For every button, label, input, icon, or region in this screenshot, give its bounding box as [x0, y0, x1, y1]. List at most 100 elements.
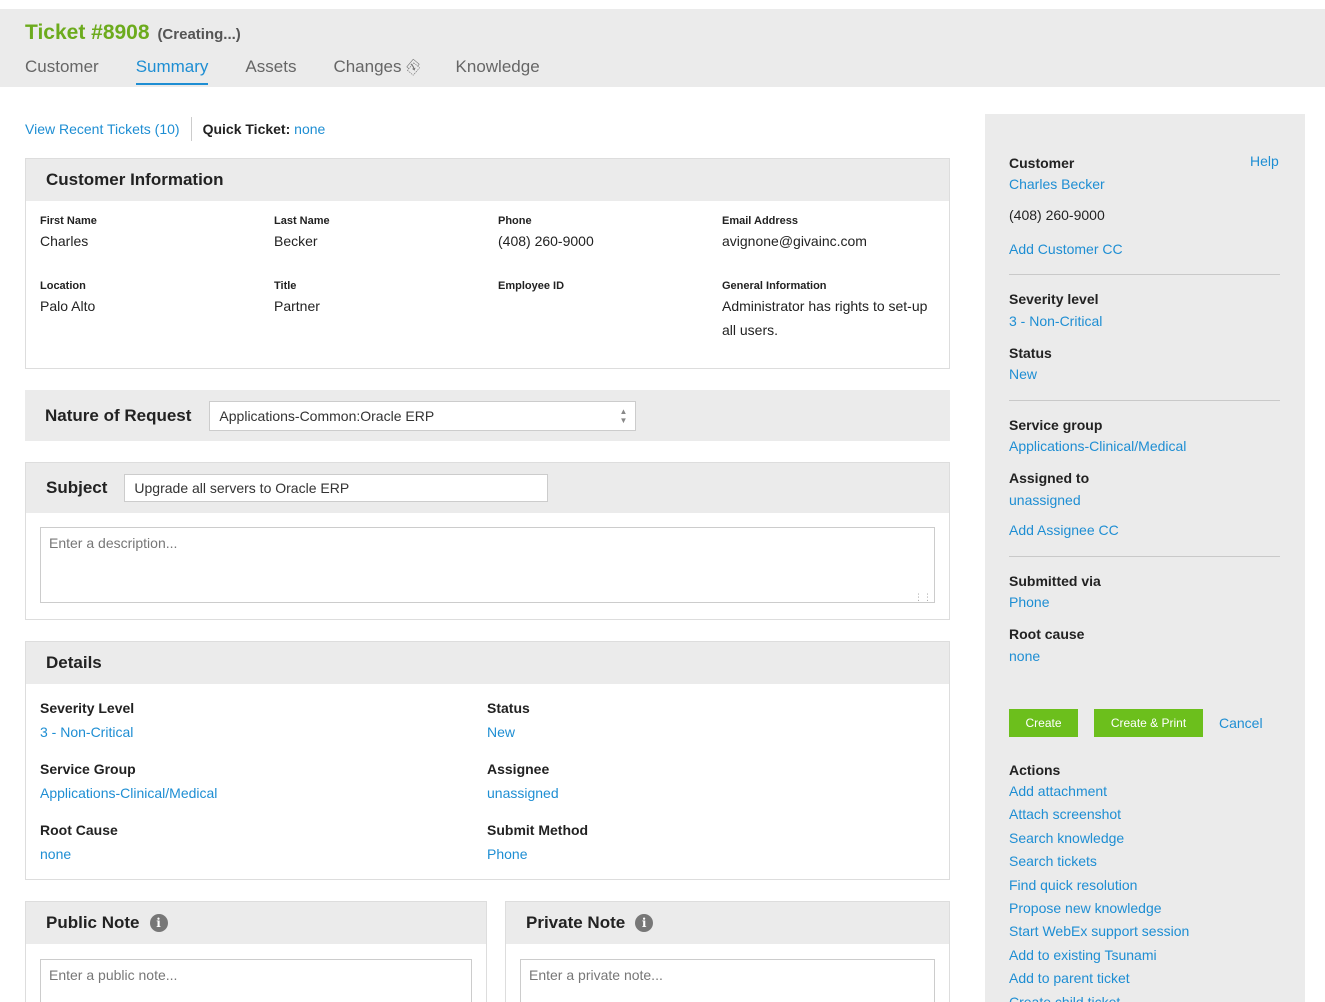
location-label: Location [40, 280, 86, 292]
details-title: Details [46, 653, 102, 672]
sidebar-root-cause-link[interactable]: none [1009, 648, 1040, 664]
sidebar-divider [1009, 556, 1280, 557]
tab-knowledge[interactable]: Knowledge [456, 57, 540, 85]
nature-of-request-label: Nature of Request [45, 405, 192, 425]
customer-information-header: Customer Information [26, 159, 949, 201]
subject-panel: Subject Upgrade all servers to Oracle ER… [25, 462, 950, 620]
add-to-existing-tsunami-link[interactable]: Add to existing Tsunami [1009, 944, 1189, 967]
customer-information-panel: Customer Information First Name Charles … [25, 158, 950, 369]
find-quick-resolution-link[interactable]: Find quick resolution [1009, 874, 1189, 897]
info-icon[interactable]: i [149, 914, 168, 932]
ticket-title: Ticket #8908 (Creating...) [25, 21, 241, 45]
assignee-field: Assignee unassigned [487, 761, 559, 801]
tab-changes[interactable]: Changes⎘ [333, 57, 422, 85]
subject-header: Subject Upgrade all servers to Oracle ER… [26, 463, 949, 513]
select-arrows-icon: ▲ ▼ [619, 406, 628, 425]
paperclip-icon: ⎘ [402, 57, 423, 78]
sidebar-submitted-label: Submitted via [1009, 573, 1101, 589]
tab-customer[interactable]: Customer [25, 57, 99, 85]
ticket-sidebar: Customer Help Charles Becker (408) 260-9… [985, 114, 1305, 1002]
public-note-textarea[interactable]: Enter a public note... [40, 959, 472, 1002]
email-label: Email Address [722, 215, 799, 227]
actions-label: Actions [1009, 762, 1061, 778]
view-recent-tickets-link[interactable]: View Recent Tickets (10) [25, 121, 180, 137]
sidebar-customer-name-link[interactable]: Charles Becker [1009, 176, 1105, 192]
resize-grip-icon[interactable]: ⋮⋮ [914, 593, 932, 602]
private-note-textarea[interactable]: Enter a private note... [520, 959, 935, 1002]
sidebar-severity-link[interactable]: 3 - Non-Critical [1009, 313, 1102, 329]
add-assignee-cc-link[interactable]: Add Assignee CC [1009, 522, 1119, 538]
tab-assets[interactable]: Assets [245, 57, 296, 85]
general-information-value: Administrator has rights to set-up all u… [722, 298, 928, 338]
ticket-state: (Creating...) [157, 26, 241, 43]
details-panel: Details Severity Level 3 - Non-Critical … [25, 641, 950, 880]
severity-level-label: Severity Level [40, 700, 135, 716]
submit-method-link[interactable]: Phone [487, 846, 527, 862]
tab-bar: Customer Summary Assets Changes⎘ Knowled… [25, 57, 577, 85]
search-tickets-link[interactable]: Search tickets [1009, 850, 1189, 873]
description-textarea[interactable]: Enter a description... ⋮⋮ [40, 527, 935, 603]
sidebar-customer-phone: (408) 260-9000 [1009, 207, 1105, 223]
actions-list: Add attachment Attach screenshot Search … [1009, 780, 1189, 1002]
service-group-field: Service Group Applications-Clinical/Medi… [40, 761, 217, 801]
ticket-number: Ticket #8908 [25, 21, 150, 44]
quick-ticket-link[interactable]: none [294, 121, 325, 137]
status-label: Status [487, 700, 530, 716]
nature-of-request-select[interactable]: Applications-Common:Oracle ERP ▲ ▼ [209, 400, 637, 431]
add-attachment-link[interactable]: Add attachment [1009, 780, 1189, 803]
public-note-panel: Public Note i Enter a public note... [25, 901, 487, 1002]
sidebar-divider [1009, 274, 1280, 275]
help-link[interactable]: Help [1250, 153, 1279, 169]
subject-value: Upgrade all servers to Oracle ERP [134, 480, 350, 496]
general-information-label: General Information [722, 280, 827, 292]
employee-id-field: Employee ID [498, 280, 564, 294]
last-name-label: Last Name [274, 215, 330, 227]
details-header: Details [26, 642, 949, 684]
create-button[interactable]: Create [1009, 709, 1078, 737]
sidebar-divider [1009, 400, 1280, 401]
tab-summary[interactable]: Summary [135, 57, 209, 85]
add-customer-cc-link[interactable]: Add Customer CC [1009, 241, 1123, 257]
info-icon[interactable]: i [635, 914, 654, 932]
submit-method-field: Submit Method Phone [487, 822, 588, 862]
severity-level-link[interactable]: 3 - Non-Critical [40, 724, 133, 740]
customer-information-title: Customer Information [46, 170, 224, 189]
employee-id-label: Employee ID [498, 280, 565, 292]
email-field: Email Address avignone@givainc.com [722, 215, 867, 253]
add-to-parent-ticket-link[interactable]: Add to parent ticket [1009, 967, 1189, 990]
severity-level-field: Severity Level 3 - Non-Critical [40, 700, 134, 740]
description-placeholder: Enter a description... [49, 535, 178, 551]
status-link[interactable]: New [487, 724, 515, 740]
last-name-field: Last Name Becker [274, 215, 330, 253]
sidebar-status-label: Status [1009, 345, 1052, 361]
sidebar-service-group-link[interactable]: Applications-Clinical/Medical [1009, 438, 1186, 454]
subject-input[interactable]: Upgrade all servers to Oracle ERP [124, 474, 549, 502]
email-value: avignone@givainc.com [722, 233, 867, 249]
public-note-header: Public Note i [26, 902, 486, 944]
assignee-link[interactable]: unassigned [487, 785, 559, 801]
phone-value: (408) 260-9000 [498, 233, 594, 249]
sidebar-assigned-link[interactable]: unassigned [1009, 492, 1081, 508]
root-cause-field: Root Cause none [40, 822, 118, 862]
title-value: Partner [274, 298, 320, 314]
subject-label: Subject [46, 478, 108, 497]
search-knowledge-link[interactable]: Search knowledge [1009, 827, 1189, 850]
service-group-link[interactable]: Applications-Clinical/Medical [40, 785, 217, 801]
nature-of-request-value: Applications-Common:Oracle ERP [219, 407, 435, 424]
public-note-placeholder: Enter a public note... [49, 967, 178, 983]
create-child-ticket-link[interactable]: Create child ticket [1009, 991, 1189, 1002]
title-label: Title [274, 280, 297, 292]
cancel-link[interactable]: Cancel [1219, 715, 1263, 731]
sidebar-severity-label: Severity level [1009, 291, 1099, 307]
create-print-button[interactable]: Create & Print [1094, 709, 1203, 737]
ticket-header: Ticket #8908 (Creating...) Customer Summ… [0, 9, 1325, 87]
attach-screenshot-link[interactable]: Attach screenshot [1009, 803, 1189, 826]
first-name-field: First Name Charles [40, 215, 97, 253]
start-webex-session-link[interactable]: Start WebEx support session [1009, 920, 1189, 943]
tab-changes-label: Changes [333, 57, 402, 76]
propose-new-knowledge-link[interactable]: Propose new knowledge [1009, 897, 1189, 920]
sidebar-submitted-link[interactable]: Phone [1009, 594, 1049, 610]
sidebar-status-link[interactable]: New [1009, 366, 1037, 382]
sidebar-root-cause-label: Root cause [1009, 626, 1085, 642]
root-cause-link[interactable]: none [40, 846, 71, 862]
